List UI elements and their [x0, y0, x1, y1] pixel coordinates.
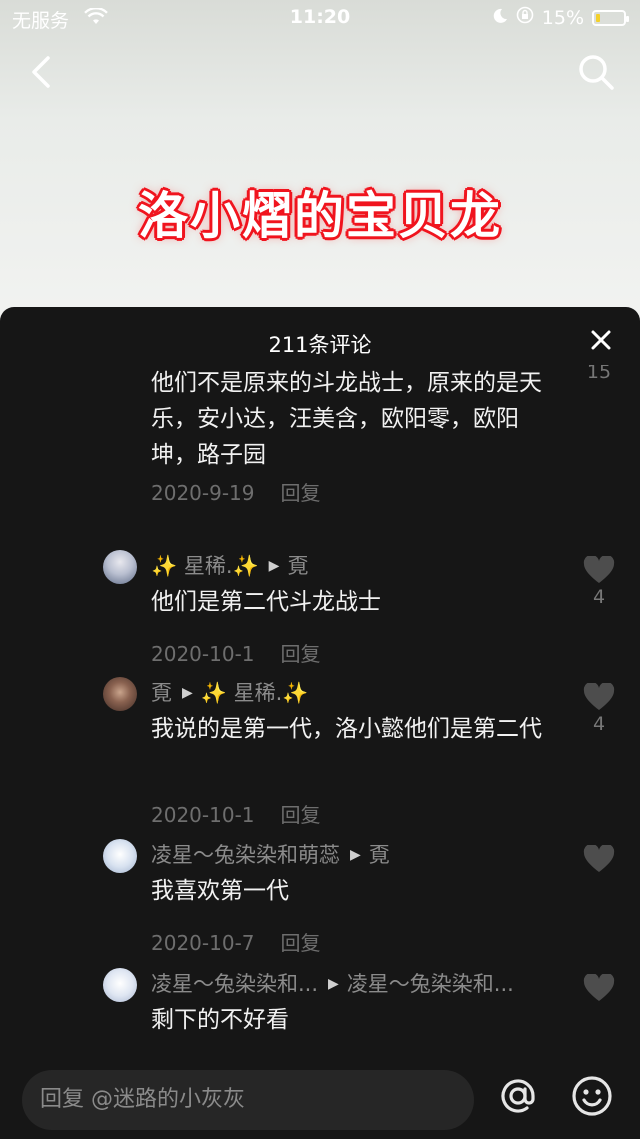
- reply-arrow-icon: ▶: [268, 558, 280, 574]
- comment-author-row: 覔 ▶ ✨ 星稀.✨: [151, 677, 308, 709]
- like-button[interactable]: [580, 845, 618, 873]
- comment-text: 我说的是第一代，洛小懿他们是第二代: [151, 716, 542, 742]
- reply-input[interactable]: 回复 @迷路的小灰灰: [22, 1070, 474, 1130]
- comment-author-row: ✨ 星稀.✨ ▶ 覔: [151, 550, 308, 582]
- search-icon: [579, 55, 614, 90]
- comment-author-row: 凌星～兔染染和萌蕊 ▶ 覔: [151, 839, 390, 871]
- comment-date: 2020-9-19: [151, 481, 255, 505]
- reply-button[interactable]: 回复: [281, 642, 321, 666]
- comment-date: 2020-10-1: [151, 642, 255, 666]
- comment-text: 他们是第二代斗龙战士: [151, 589, 381, 615]
- video-area[interactable]: 无服务 11:20 15% 洛小熠的宝贝龙: [0, 0, 640, 330]
- status-right: 15%: [492, 6, 629, 29]
- comment-meta: 2020-10-7 回复: [151, 927, 321, 956]
- heart-icon: [583, 683, 615, 710]
- like-button[interactable]: [580, 974, 618, 1002]
- comment-meta: 2020-10-1 回复: [151, 638, 321, 667]
- chevron-left-icon: [32, 56, 50, 88]
- comment-author[interactable]: ✨ 星稀.✨: [151, 550, 259, 582]
- emoji-icon: [572, 1076, 612, 1116]
- comment-author-row: 凌星～兔染染和... ▶ 凌星～兔染染和...: [151, 968, 514, 1000]
- back-button[interactable]: [24, 52, 60, 92]
- heart-icon: [583, 845, 615, 872]
- comment-count-title: 211条评论: [268, 333, 372, 357]
- reply-to-author[interactable]: ✨ 星稀.✨: [201, 677, 309, 709]
- close-icon: [591, 330, 611, 350]
- battery-percent: 15%: [541, 6, 584, 29]
- reply-arrow-icon: ▶: [328, 976, 339, 992]
- search-button[interactable]: [576, 52, 616, 92]
- reply-to-author[interactable]: 覔: [369, 839, 390, 871]
- battery-icon: [592, 9, 629, 26]
- bottom-bar: 回复 @迷路的小灰灰: [0, 1055, 640, 1139]
- at-sign-icon: [501, 1079, 535, 1113]
- video-title: 洛小熠的宝贝龙: [138, 187, 502, 245]
- comment-date: 2020-10-7: [151, 931, 255, 955]
- like-count: 15: [586, 365, 612, 383]
- comment-meta: 2020-10-1 回复: [151, 799, 321, 828]
- mention-button[interactable]: [497, 1075, 539, 1117]
- comment-date: 2020-10-1: [151, 803, 255, 827]
- avatar[interactable]: [103, 550, 137, 584]
- comments-panel: 211条评论 觅 他们不是原来的斗龙战士，原来的是天乐，安小达，汪美含，欧阳零，…: [0, 307, 640, 1055]
- reply-arrow-icon: ▶: [182, 685, 193, 701]
- comment-text: 我喜欢第一代: [151, 878, 289, 904]
- status-bar: 无服务 11:20 15%: [0, 0, 640, 36]
- emoji-button[interactable]: [571, 1075, 613, 1117]
- comment-meta: 2020-9-19 回复: [151, 477, 321, 506]
- like-count: 4: [592, 713, 606, 735]
- close-button[interactable]: [590, 329, 612, 351]
- battery-fill: [596, 13, 600, 22]
- rotation-lock-icon: [516, 6, 534, 29]
- heart-icon: [583, 974, 615, 1001]
- reply-button[interactable]: 回复: [281, 803, 321, 827]
- reply-button[interactable]: 回复: [281, 931, 321, 955]
- reply-to-author[interactable]: 覔: [287, 550, 308, 582]
- comment-text: 他们不是原来的斗龙战士，原来的是天乐，安小达，汪美含，欧阳零，欧阳坤，路子园: [151, 370, 542, 468]
- like-count: 4: [592, 586, 606, 608]
- comment-author[interactable]: 凌星～兔染染和萌蕊: [151, 839, 340, 871]
- like-button[interactable]: 4: [580, 556, 618, 608]
- comment-author[interactable]: 凌星～兔染染和...: [151, 968, 318, 1000]
- avatar[interactable]: [103, 968, 137, 1002]
- comment-author[interactable]: 覔: [151, 677, 172, 709]
- heart-icon: [583, 556, 615, 583]
- comment-list[interactable]: 觅 他们不是原来的斗龙战士，原来的是天乐，安小达，汪美含，欧阳零，欧阳坤，路子园…: [0, 365, 640, 1055]
- reply-to-author[interactable]: 凌星～兔染染和...: [347, 968, 514, 1000]
- reply-arrow-icon: ▶: [350, 847, 361, 863]
- moon-icon: [492, 7, 508, 29]
- avatar[interactable]: [103, 677, 137, 711]
- like-button[interactable]: 4: [580, 683, 618, 735]
- comment-text: 剩下的不好看: [151, 1007, 289, 1033]
- avatar[interactable]: [103, 839, 137, 873]
- reply-button[interactable]: 回复: [281, 481, 321, 505]
- like-button[interactable]: 15: [580, 365, 618, 383]
